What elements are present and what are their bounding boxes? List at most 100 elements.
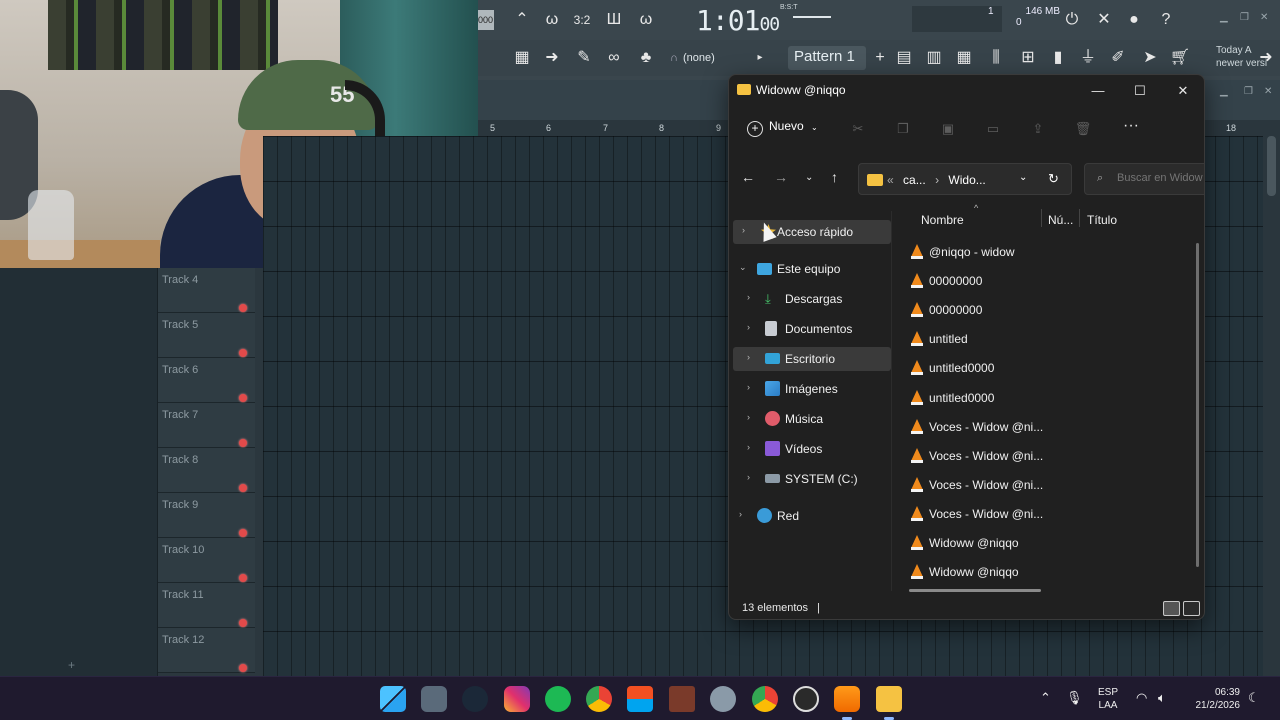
- nav-this-pc[interactable]: ⌄ Este equipo: [733, 257, 891, 281]
- add-icon[interactable]: +: [68, 658, 75, 672]
- export-icon[interactable]: ➤: [1138, 46, 1162, 70]
- track-header[interactable]: Track 10: [158, 538, 255, 583]
- large-icons-view-icon[interactable]: [1183, 601, 1200, 616]
- mixer-icon[interactable]: ⫼: [984, 46, 1008, 70]
- camera-app-icon[interactable]: [421, 686, 447, 712]
- tag-icon[interactable]: ✐: [1106, 46, 1130, 70]
- microsoft-store-icon[interactable]: [627, 686, 653, 712]
- track-header[interactable]: Track 5: [158, 313, 255, 358]
- volume-icon[interactable]: 🔈︎: [1158, 690, 1166, 706]
- playlist-icon[interactable]: ▤: [892, 46, 916, 70]
- address-bar[interactable]: « ca... › Wido... ⌄ ↻: [858, 163, 1072, 195]
- column-number[interactable]: Nú...: [1048, 213, 1073, 227]
- delete-icon[interactable]: 🗑︎: [1074, 121, 1092, 139]
- loop-record-icon[interactable]: ω: [634, 8, 658, 32]
- settings-icon[interactable]: [710, 686, 736, 712]
- playlist-minimize-icon[interactable]: ▁: [1220, 86, 1228, 97]
- track-mute-led-icon[interactable]: [239, 349, 247, 357]
- column-separator[interactable]: [1079, 209, 1080, 227]
- track-header[interactable]: Track 9: [158, 493, 255, 538]
- spotify-icon[interactable]: [545, 686, 571, 712]
- windows-start-icon[interactable]: [380, 686, 406, 712]
- close-icon[interactable]: ✕: [1163, 79, 1203, 103]
- share-icon[interactable]: ⇪: [1029, 121, 1047, 139]
- file-row[interactable]: Widoww @niqqo: [899, 528, 1195, 557]
- refresh-icon[interactable]: ↻: [1048, 171, 1059, 187]
- track-mute-led-icon[interactable]: [239, 304, 247, 312]
- nav-quick-access[interactable]: › Acceso rápido: [733, 220, 891, 244]
- chevron-down-icon[interactable]: ⌄: [1019, 172, 1027, 183]
- explorer-titlebar[interactable]: Widoww @niqqo — ☐ ✕: [729, 75, 1204, 107]
- step-edit-icon[interactable]: Ш: [602, 8, 626, 32]
- project-icon[interactable]: ▮: [1046, 46, 1070, 70]
- scrollbar-thumb[interactable]: [1267, 136, 1276, 196]
- track-header[interactable]: Track 4: [158, 268, 255, 313]
- file-explorer-icon[interactable]: [876, 686, 902, 720]
- fl-minimize-icon[interactable]: ▁: [1220, 12, 1228, 23]
- file-list-hscrollbar[interactable]: [909, 589, 1041, 592]
- track-mute-led-icon[interactable]: [239, 439, 247, 447]
- file-row[interactable]: untitled0000: [899, 383, 1195, 412]
- back-arrow-icon[interactable]: ←: [741, 169, 755, 185]
- file-row[interactable]: @niqqo - widow: [899, 237, 1195, 266]
- forward-arrow-icon[interactable]: →: [774, 169, 788, 185]
- stamp-icon[interactable]: ♣: [634, 46, 658, 70]
- track-header[interactable]: Track 11: [158, 583, 255, 628]
- pencil-icon[interactable]: ✎: [572, 46, 596, 70]
- maximize-icon[interactable]: ☐: [1120, 79, 1160, 103]
- file-row[interactable]: Widoww @niqqo: [899, 557, 1195, 586]
- search-box[interactable]: ⌕: [1084, 163, 1204, 195]
- column-title[interactable]: Título: [1087, 213, 1117, 227]
- track-header[interactable]: Track 7: [158, 403, 255, 448]
- file-row[interactable]: 00000000: [899, 266, 1195, 295]
- file-row[interactable]: untitled0000: [899, 353, 1195, 382]
- nav-network[interactable]: › Red: [733, 504, 891, 528]
- add-pattern-icon[interactable]: +: [868, 46, 892, 70]
- show-hidden-icons-icon[interactable]: ⌃: [1040, 690, 1051, 706]
- track-mute-led-icon[interactable]: [239, 574, 247, 582]
- file-row[interactable]: Voces - Widow @ni...: [899, 441, 1195, 470]
- piano-roll-icon[interactable]: ▦: [510, 46, 534, 70]
- track-mute-led-icon[interactable]: [239, 484, 247, 492]
- plugin-icon[interactable]: ⏚: [1076, 46, 1100, 70]
- file-list-scrollbar[interactable]: [1196, 243, 1199, 567]
- track-mute-led-icon[interactable]: [239, 664, 247, 672]
- column-name[interactable]: Nombre: [921, 213, 964, 227]
- file-row[interactable]: Voces - Widow @ni...: [899, 499, 1195, 528]
- file-row[interactable]: untitled: [899, 324, 1195, 353]
- chrome-icon[interactable]: [586, 686, 612, 712]
- nav-music[interactable]: › Música: [733, 407, 891, 431]
- column-separator[interactable]: [1041, 209, 1042, 227]
- breadcrumb-item[interactable]: Wido...: [948, 173, 985, 187]
- track-header[interactable]: Track 8: [158, 448, 255, 493]
- recent-locations-icon[interactable]: ⌄: [805, 172, 813, 183]
- obs-icon[interactable]: [793, 686, 819, 712]
- paste-icon[interactable]: ▣: [939, 121, 957, 139]
- playlist-close-icon[interactable]: ✕: [1264, 86, 1272, 97]
- fl-restore-icon[interactable]: ❐: [1240, 12, 1249, 23]
- link-icon[interactable]: ∞: [602, 46, 626, 70]
- game-icon[interactable]: [669, 686, 695, 712]
- fl-studio-icon[interactable]: [834, 686, 860, 720]
- nav-downloads[interactable]: › ⤓ Descargas: [733, 287, 891, 311]
- step-sequencer-icon[interactable]: ▦: [952, 46, 976, 70]
- copy-icon[interactable]: ❐: [894, 121, 912, 139]
- playlist-scrollbar[interactable]: [1263, 120, 1280, 676]
- microphone-tray-icon[interactable]: 🎙︎: [1066, 690, 1083, 706]
- wait-record-icon[interactable]: ω: [540, 8, 564, 32]
- chrome-profile-icon[interactable]: [752, 686, 778, 712]
- file-row[interactable]: Voces - Widow @ni...: [899, 470, 1195, 499]
- snap-arrow-icon[interactable]: ▸: [748, 46, 772, 70]
- news-arrow-icon[interactable]: ➜: [1254, 46, 1278, 70]
- wifi-icon[interactable]: ◠: [1136, 690, 1147, 706]
- metronome-icon[interactable]: ⌃: [510, 8, 534, 32]
- breadcrumb-overflow[interactable]: «: [887, 173, 894, 187]
- track-mute-led-icon[interactable]: [239, 394, 247, 402]
- nav-desktop[interactable]: › Escritorio: [733, 347, 891, 371]
- clock[interactable]: 06:39 21/2/2026: [1180, 686, 1241, 712]
- browser-icon[interactable]: ⊞: [1016, 46, 1040, 70]
- pattern-selector[interactable]: Pattern 1: [788, 46, 866, 70]
- arrow-icon[interactable]: ➜: [540, 46, 564, 70]
- playlist-restore-icon[interactable]: ❐: [1244, 86, 1253, 97]
- master-volume-slider[interactable]: [793, 16, 831, 18]
